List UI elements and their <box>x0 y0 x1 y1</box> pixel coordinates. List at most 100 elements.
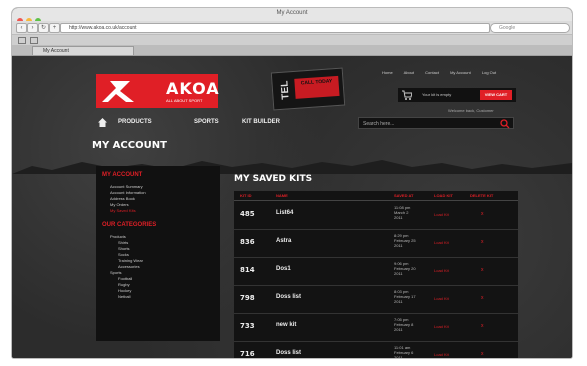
sidebar-heading-account: MY ACCOUNT <box>102 172 143 178</box>
delete-kit-button[interactable]: x <box>481 267 484 273</box>
title-bar: My Account <box>12 8 572 24</box>
kit-id: 733 <box>240 322 255 330</box>
address-bar[interactable]: http://www.akoa.co.uk/account <box>60 23 490 33</box>
category-shirts[interactable]: Shirts <box>118 240 128 245</box>
kit-saved-year: 2011 <box>394 299 403 304</box>
delete-kit-button[interactable]: x <box>481 211 484 217</box>
category-training-wear[interactable]: Training Wear <box>118 258 143 263</box>
category-netball[interactable]: Netball <box>118 294 130 299</box>
add-bookmark-button[interactable]: + <box>49 23 60 33</box>
browser-toolbar: ‹ › ↻ + http://www.akoa.co.uk/account Go… <box>12 21 572 35</box>
sidebar-link-saved-kits[interactable]: My Saved Kits <box>110 208 136 213</box>
delete-kit-button[interactable]: x <box>481 323 484 329</box>
browser-window: My Account ‹ › ↻ + http://www.akoa.co.uk… <box>12 8 572 358</box>
tel-label: TEL <box>279 80 292 100</box>
saved-kits-table: KIT ID NAME SAVED AT LOAD KIT DELETE KIT… <box>234 191 518 358</box>
load-kit-link[interactable]: Load Kit <box>434 268 449 273</box>
sidebar-link-orders[interactable]: My Orders <box>110 202 129 207</box>
load-kit-link[interactable]: Load Kit <box>434 352 449 357</box>
kit-name: List64 <box>276 210 294 216</box>
nav-products[interactable]: PRODUCTS <box>118 119 152 125</box>
top-link-about[interactable]: About <box>404 70 414 75</box>
header-kit-id: KIT ID <box>240 193 252 198</box>
nav-sports[interactable]: SPORTS <box>194 119 219 125</box>
nav-kit-builder[interactable]: KIT BUILDER <box>242 119 280 125</box>
kit-id: 836 <box>240 238 255 246</box>
home-icon[interactable] <box>98 118 107 127</box>
load-kit-link[interactable]: Load Kit <box>434 212 449 217</box>
category-hockey[interactable]: Hockey <box>118 288 131 293</box>
category-products[interactable]: Products <box>110 234 126 239</box>
cart-panel: Your kit is empty VIEW CART <box>398 88 516 102</box>
sidebar-link-address-book[interactable]: Address Book <box>110 196 135 201</box>
top-link-contact[interactable]: Contact <box>425 70 439 75</box>
kit-name: Dos1 <box>276 266 291 272</box>
header-saved-at: SAVED AT <box>394 193 414 198</box>
top-link-log-out[interactable]: Log Out <box>482 70 496 75</box>
kit-saved-at: 8:29 pm February 25 2011 <box>394 233 430 248</box>
table-row: 836 Astra 8:29 pm February 25 2011 Load … <box>234 229 518 258</box>
kit-saved-at: 9:06 pm February 20 2011 <box>394 261 430 276</box>
delete-kit-button[interactable]: x <box>481 239 484 245</box>
cart-icon <box>402 90 412 100</box>
search-placeholder: Search here... <box>363 121 395 127</box>
table-row: 733 new kit 7:05 pm February 8 2011 Load… <box>234 313 518 342</box>
sidebar-link-information[interactable]: Account Information <box>110 190 146 195</box>
table-row: 814 Dos1 9:06 pm February 20 2011 Load K… <box>234 257 518 286</box>
sidebar-link-summary[interactable]: Account Summary <box>110 184 143 189</box>
category-socks[interactable]: Socks <box>118 252 129 257</box>
delete-kit-button[interactable]: x <box>481 351 484 357</box>
window-title: My Account <box>276 10 308 16</box>
header-load-kit: LOAD KIT <box>434 193 453 198</box>
akoa-logo[interactable]: AKOA ALL ABOUT SPORT <box>96 74 220 108</box>
cart-status: Your kit is empty <box>422 92 452 97</box>
view-cart-button[interactable]: VIEW CART <box>480 90 512 100</box>
kit-name: Doss list <box>276 294 302 300</box>
table-row: 798 Doss list 8:03 pm February 17 2011 L… <box>234 285 518 314</box>
kit-saved-at: 7:05 pm February 8 2011 <box>394 317 430 332</box>
tab-bar: My Account <box>12 45 572 56</box>
load-kit-link[interactable]: Load Kit <box>434 240 449 245</box>
saved-kits-title: MY SAVED KITS <box>234 174 313 184</box>
kit-saved-at: 11:08 pm March 2 2011 <box>394 205 430 220</box>
logo-mark-icon <box>102 81 134 102</box>
grid-icon[interactable] <box>30 37 38 44</box>
kit-saved-at: 11:01 am February 6 2011 <box>394 345 430 358</box>
account-sidebar: MY ACCOUNT Account Summary Account Infor… <box>96 166 220 341</box>
table-row: 485 List64 11:08 pm March 2 2011 Load Ki… <box>234 201 518 230</box>
load-kit-link[interactable]: Load Kit <box>434 324 449 329</box>
load-kit-link[interactable]: Load Kit <box>434 296 449 301</box>
kit-saved-year: 2011 <box>394 355 403 358</box>
forward-button[interactable]: › <box>27 23 38 33</box>
table-header: KIT ID NAME SAVED AT LOAD KIT DELETE KIT <box>234 191 518 201</box>
kit-name: new kit <box>276 322 297 328</box>
site-search-input[interactable]: Search here... <box>358 117 514 129</box>
kit-saved-year: 2011 <box>394 215 403 220</box>
kit-name: Doss list <box>276 350 302 356</box>
top-link-home[interactable]: Home <box>382 70 393 75</box>
sidebar-heading-categories: OUR CATEGORIES <box>102 222 157 228</box>
category-rugby[interactable]: Rugby <box>118 282 130 287</box>
category-sports[interactable]: Sports <box>110 270 122 275</box>
kit-id: 814 <box>240 266 255 274</box>
bookmarks-icon[interactable] <box>18 37 26 44</box>
tab-my-account[interactable]: My Account <box>32 46 134 55</box>
logo-text: AKOA <box>166 79 220 98</box>
main-navigation: PRODUCTS SPORTS KIT BUILDER Search here.… <box>98 116 516 130</box>
kit-saved-year: 2011 <box>394 271 403 276</box>
table-row: 716 Doss list 11:01 am February 6 2011 L… <box>234 341 518 358</box>
browser-search-input[interactable]: Google <box>490 23 570 33</box>
delete-kit-button[interactable]: x <box>481 295 484 301</box>
top-link-my-account[interactable]: My Account <box>450 70 471 75</box>
search-icon[interactable] <box>500 119 510 129</box>
category-accessories[interactable]: Accessories <box>118 264 140 269</box>
category-football[interactable]: Football <box>118 276 132 281</box>
welcome-text: Welcome back, Customer <box>448 108 494 113</box>
page-title: MY ACCOUNT <box>92 140 167 151</box>
kit-id: 716 <box>240 350 255 358</box>
header-delete-kit: DELETE KIT <box>470 193 494 198</box>
telephone-badge: TEL CALL TODAY <box>270 67 346 111</box>
reload-button[interactable]: ↻ <box>38 23 49 33</box>
back-button[interactable]: ‹ <box>16 23 27 33</box>
category-shorts[interactable]: Shorts <box>118 246 130 251</box>
